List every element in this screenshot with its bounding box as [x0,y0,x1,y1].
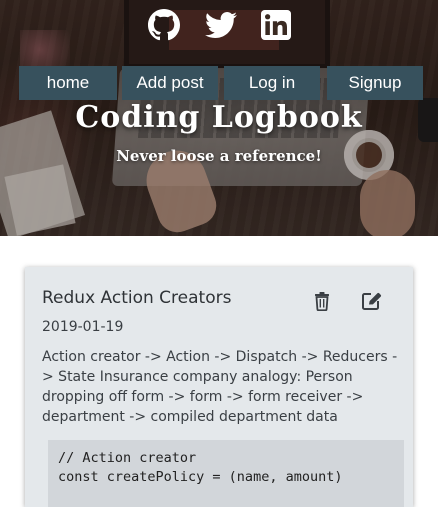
post-title: Redux Action Creators [42,288,232,308]
github-icon[interactable] [148,9,180,41]
code-line: const createPolicy = (name, amount) [58,469,343,485]
post-body: Action creator -> Action -> Dispatch -> … [42,349,398,425]
edit-icon[interactable] [360,290,382,312]
post-card: Redux Action Creators 2019-01-19 Action … [25,267,413,507]
nav-home[interactable]: home [19,66,117,100]
nav-log-in[interactable]: Log in [224,66,320,100]
code-block: // Action creator const createPolicy = (… [48,440,404,507]
nav-signup[interactable]: Signup [327,66,423,100]
site-title: Coding Logbook [75,100,363,135]
linkedin-icon[interactable] [261,9,291,41]
hero-banner: home Add post Log in Signup Coding Logbo… [0,0,438,236]
trash-icon[interactable] [312,291,332,311]
nav-add-post[interactable]: Add post [122,66,218,100]
post-date: 2019-01-19 [42,319,124,335]
code-line: // Action creator [58,450,197,466]
twitter-icon[interactable] [204,9,238,41]
site-subtitle: Never loose a reference! [116,147,322,165]
